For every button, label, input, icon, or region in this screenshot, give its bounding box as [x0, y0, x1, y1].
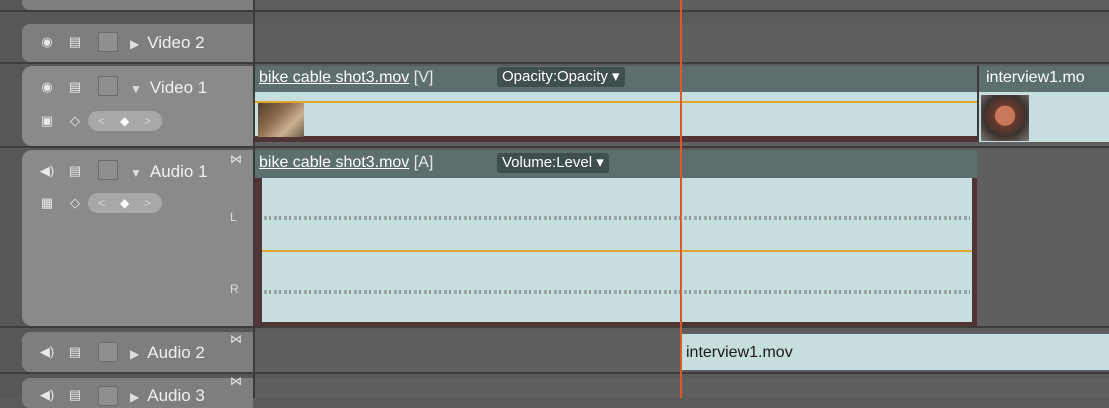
prev-keyframe-icon[interactable]: < — [98, 111, 105, 131]
film-icon[interactable]: ▤ — [64, 343, 86, 361]
show-keyframes-icon[interactable]: ◇ — [64, 112, 86, 130]
clip-tag: [A] — [413, 154, 434, 171]
clip-edge-left — [255, 178, 262, 326]
track-lock-toggle[interactable] — [98, 342, 118, 362]
next-keyframe-icon[interactable]: > — [144, 193, 151, 213]
bowtie-icon: ⋈ — [230, 332, 242, 346]
track-name-audio-3[interactable]: ▶ Audio 3 — [130, 386, 205, 407]
track-label: Video 1 — [149, 78, 208, 97]
speaker-icon[interactable]: ◀) — [36, 162, 58, 180]
effect-dropdown-opacity[interactable]: Opacity:Opacity ▾ — [497, 67, 625, 87]
film-icon[interactable]: ▤ — [64, 33, 86, 51]
clip-video-bike-cable-body[interactable] — [255, 92, 977, 136]
film-icon[interactable]: ▤ — [64, 78, 86, 96]
collapse-triangle-icon[interactable]: ▼ — [130, 82, 142, 96]
track-name-audio-1[interactable]: ▼ Audio 1 — [130, 162, 208, 183]
keyframe-diamond-icon[interactable]: ◆ — [120, 111, 129, 131]
collapse-triangle-icon[interactable]: ▼ — [130, 166, 142, 180]
bowtie-icon: ⋈ — [230, 374, 242, 388]
display-style-icon[interactable]: ▣ — [36, 112, 58, 130]
clip-bottom-edge — [255, 136, 977, 142]
keyframe-navigator[interactable]: < ◆ > — [88, 193, 162, 213]
track-header-video-1: ◉ ▤ ▼ Video 1 ▣ ◇ < ◆ > — [22, 66, 253, 146]
clip-title-audio-2: interview1.mov — [686, 342, 793, 364]
track-header-audio-1: ◀) ▤ ▼ Audio 1 ⋈ ▦ ◇ < ◆ > L R — [22, 150, 253, 326]
track-label: Audio 2 — [147, 343, 205, 362]
clip-tag: [V] — [413, 69, 434, 86]
chevron-down-icon: ▾ — [612, 68, 620, 85]
track-header-video-2: ◉ ▤ ▶ Video 2 — [22, 24, 253, 62]
playhead[interactable] — [680, 0, 682, 398]
track-lock-toggle[interactable] — [98, 76, 118, 96]
prev-keyframe-icon[interactable]: < — [98, 193, 105, 213]
effect-label: Opacity:Opacity — [502, 68, 608, 85]
track-lane-above — [255, 0, 1109, 10]
clip-edge-right — [972, 178, 977, 326]
speaker-icon[interactable]: ◀) — [36, 343, 58, 361]
track-name-video-2[interactable]: ▶ Video 2 — [130, 33, 205, 54]
expand-triangle-icon[interactable]: ▶ — [130, 37, 139, 51]
speaker-icon[interactable]: ◀) — [36, 386, 58, 404]
next-keyframe-icon[interactable]: > — [144, 111, 151, 131]
track-header-above — [22, 0, 253, 10]
track-lane-audio-3[interactable] — [255, 378, 1109, 398]
track-lock-toggle[interactable] — [98, 160, 118, 180]
track-label: Video 2 — [147, 33, 205, 52]
effect-label: Volume:Level — [502, 154, 593, 171]
display-style-icon[interactable]: ▦ — [36, 194, 58, 212]
clip-title-interview: interview1.mo — [986, 67, 1085, 89]
track-separator — [0, 62, 1109, 64]
clip-filename[interactable]: bike cable shot3.mov — [259, 69, 409, 86]
bowtie-icon: ⋈ — [230, 152, 242, 166]
clip-filename[interactable]: bike cable shot3.mov — [259, 154, 409, 171]
film-icon[interactable]: ▤ — [64, 162, 86, 180]
channel-label-right: R — [230, 282, 239, 296]
track-separator — [0, 372, 1109, 374]
track-header-audio-3: ◀) ▤ ▶ Audio 3 ⋈ — [22, 374, 253, 408]
channel-label-left: L — [230, 210, 237, 224]
volume-rubber-band[interactable] — [262, 250, 972, 252]
clip-title-audio-1: bike cable shot3.mov [A] — [259, 152, 433, 174]
eye-icon[interactable]: ◉ — [36, 33, 58, 51]
clip-filename[interactable]: interview1.mo — [986, 69, 1085, 86]
track-label: Audio 3 — [147, 386, 205, 405]
film-icon[interactable]: ▤ — [64, 386, 86, 404]
track-name-audio-2[interactable]: ▶ Audio 2 — [130, 343, 205, 364]
expand-triangle-icon[interactable]: ▶ — [130, 347, 139, 361]
clip-thumbnail — [258, 101, 304, 137]
eye-icon[interactable]: ◉ — [36, 78, 58, 96]
track-label: Audio 1 — [149, 162, 208, 181]
keyframe-diamond-icon[interactable]: ◆ — [120, 193, 129, 213]
track-separator — [0, 326, 1109, 328]
track-lock-toggle[interactable] — [98, 386, 118, 406]
track-header-audio-2: ◀) ▤ ▶ Audio 2 ⋈ — [22, 332, 253, 372]
clip-title-video-1: bike cable shot3.mov [V] — [259, 67, 433, 89]
keyframe-navigator[interactable]: < ◆ > — [88, 111, 162, 131]
waveform-left — [264, 216, 970, 220]
track-separator — [0, 10, 1109, 12]
clip-filename[interactable]: interview1.mov — [686, 344, 793, 361]
track-lock-toggle[interactable] — [98, 32, 118, 52]
expand-triangle-icon[interactable]: ▶ — [130, 390, 139, 404]
clip-thumbnail — [981, 95, 1029, 141]
track-name-video-1[interactable]: ▼ Video 1 — [130, 78, 207, 99]
effect-dropdown-volume[interactable]: Volume:Level ▾ — [497, 153, 609, 173]
show-keyframes-icon[interactable]: ◇ — [64, 194, 86, 212]
track-lane-video-2[interactable] — [255, 24, 1109, 62]
track-separator — [0, 146, 1109, 148]
waveform-right — [264, 290, 970, 294]
chevron-down-icon: ▾ — [596, 154, 604, 171]
